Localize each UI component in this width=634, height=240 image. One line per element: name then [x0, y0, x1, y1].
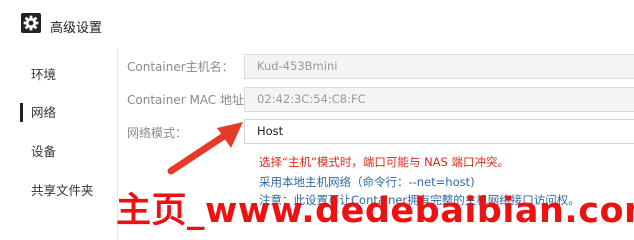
hostname-label: Container主机名： — [127, 60, 234, 74]
watermark: 主页_www.dedebaibian.com — [116, 191, 634, 231]
sidebar-item-shared-folders[interactable]: 共享文件夹 — [31, 182, 94, 200]
window-title: 高级设置 — [50, 21, 103, 36]
port-conflict-warning: 选择“主机”模式时，端口可能与 NAS 端口冲突。 — [259, 155, 509, 169]
sidebar-item-devices[interactable]: 设备 — [31, 143, 56, 161]
network-mode-select[interactable]: Host — [244, 119, 634, 144]
title-bar: 高级设置 — [0, 0, 634, 50]
active-indicator — [20, 103, 23, 122]
sidebar-item-environment[interactable]: 环境 — [31, 66, 56, 84]
gear-icon — [21, 13, 41, 33]
host-network-hint: 采用本地主机网络（命令行：--net=host) — [259, 175, 475, 189]
annotation-arrow — [167, 122, 243, 175]
mac-address-label: Container MAC 地址： — [127, 93, 257, 107]
settings-sidebar: 环境 网络 设备 共享文件夹 — [0, 50, 118, 240]
mac-address-field[interactable]: 02:42:3C:54:C8:FC — [244, 87, 634, 112]
hostname-field[interactable]: Kud-453Bmini — [244, 54, 634, 79]
sidebar-item-network[interactable]: 网络 — [31, 104, 56, 122]
